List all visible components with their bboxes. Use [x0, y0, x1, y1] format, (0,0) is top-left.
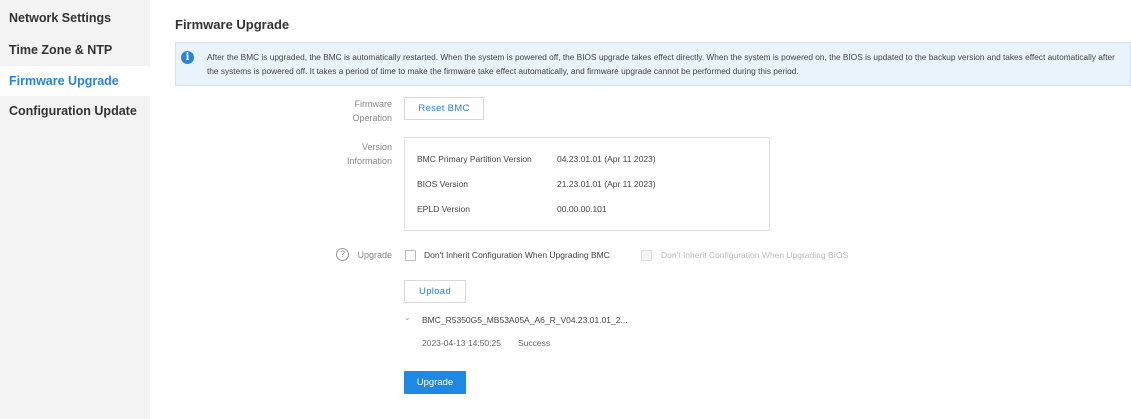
uploaded-file-name: BMC_R5350G5_MB53A05A_A6_R_V04.23.01.01_2… — [422, 315, 628, 325]
uploaded-file-timestamp: 2023-04-13 14:50:25 — [422, 338, 501, 348]
version-row-value: 21.23.01.01 (Apr 11 2023) — [557, 179, 656, 189]
version-row-value: 04.23.01.01 (Apr 11 2023) — [557, 154, 656, 164]
firmware-operation-label-line1: Firmware — [354, 99, 393, 109]
version-row-name: BIOS Version — [417, 179, 469, 189]
version-row-name: BMC Primary Partition Version — [417, 154, 532, 164]
dont-inherit-bios-checkbox — [641, 250, 652, 261]
sidebar-item-network-settings[interactable]: Network Settings — [9, 11, 111, 25]
sidebar-item-configuration-update[interactable]: Configuration Update — [9, 104, 137, 118]
uploaded-file-status: Success — [518, 338, 551, 348]
sidebar-item-time-zone-ntp[interactable]: Time Zone & NTP — [9, 43, 112, 57]
sidebar-item-firmware-upgrade[interactable]: Firmware Upgrade — [9, 74, 119, 88]
version-info-panel: BMC Primary Partition Version 04.23.01.0… — [404, 137, 770, 231]
dont-inherit-bmc-label: Don't Inherit Configuration When Upgradi… — [424, 250, 610, 260]
info-notice-text: After the BMC is upgraded, the BMC is au… — [207, 52, 1115, 76]
info-notice: i After the BMC is upgraded, the BMC is … — [175, 42, 1131, 86]
upgrade-button[interactable]: Upgrade — [404, 371, 466, 394]
version-information-label: Version Information — [330, 140, 392, 168]
dont-inherit-bmc-checkbox[interactable] — [405, 250, 416, 261]
help-icon[interactable]: ? — [336, 248, 349, 261]
version-information-label-line2: Information — [346, 156, 392, 166]
info-icon: i — [181, 51, 194, 64]
chevron-down-icon[interactable]: ⌄ — [404, 313, 411, 322]
dont-inherit-bios-label: Don't Inherit Configuration When Upgradi… — [661, 250, 849, 260]
upload-button[interactable]: Upload — [404, 280, 466, 303]
version-row-name: EPLD Version — [417, 204, 470, 214]
reset-bmc-button[interactable]: Reset BMC — [404, 97, 484, 120]
sidebar: Network Settings Time Zone & NTP Firmwar… — [0, 0, 150, 419]
upgrade-label: Upgrade — [357, 250, 392, 260]
firmware-operation-label-line2: Operation — [352, 113, 392, 123]
version-row-value: 00.00.00.101 — [557, 204, 607, 214]
version-information-label-line1: Version — [361, 142, 392, 152]
page-title: Firmware Upgrade — [175, 17, 290, 32]
firmware-operation-label: Firmware Operation — [340, 97, 392, 125]
